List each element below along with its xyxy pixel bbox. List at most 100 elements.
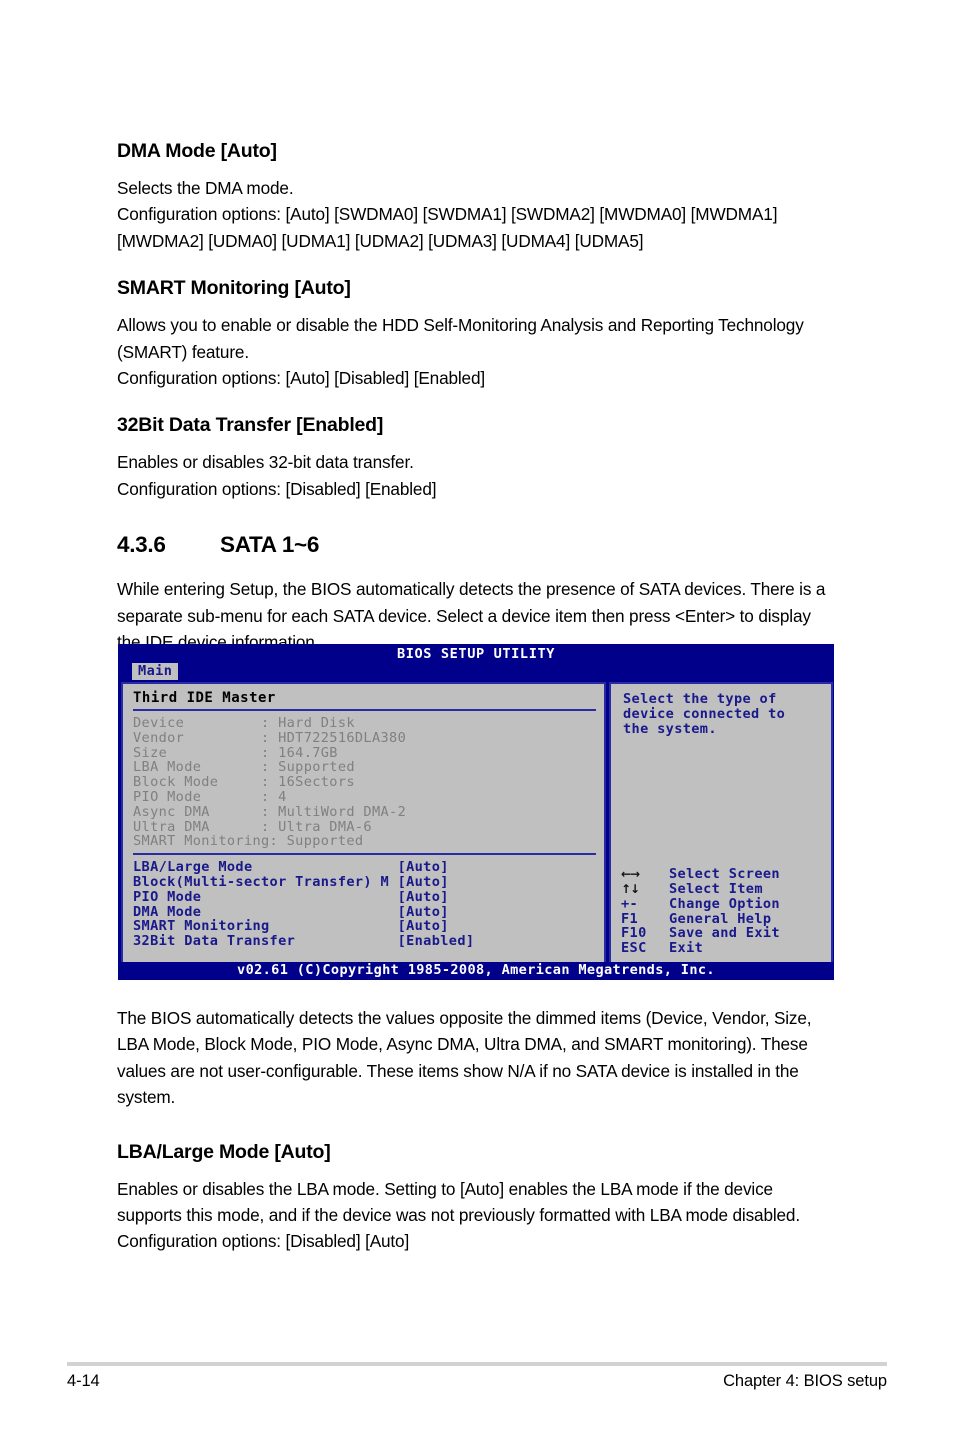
bios-help-panel: Select the type of device connected to t… — [609, 682, 833, 964]
key-legend-row: ESC Exit — [621, 941, 780, 956]
page-footer: 4-14 Chapter 4: BIOS setup — [67, 1372, 887, 1391]
arrow-left-right-icon: ←→ — [621, 867, 640, 882]
config-label: 32Bit Data Transfer — [133, 933, 296, 950]
bios-titlebar: BIOS SETUP UTILITY — [119, 645, 833, 663]
config-value[interactable]: [Auto] — [398, 918, 449, 934]
config-label: Block(Multi-sector Transfer) M — [133, 873, 390, 890]
footer-divider — [67, 1362, 887, 1366]
config-label: DMA Mode — [133, 903, 202, 920]
info-row: Device : Hard Disk — [133, 716, 596, 731]
key-f10: F10 — [621, 925, 647, 942]
config-item-list: LBA/Large Mode [Auto] Block(Multi-sector… — [133, 860, 596, 949]
info-value: Supported — [286, 833, 364, 850]
paragraph-32bit-data-transfer: Enables or disables 32-bit data transfer… — [117, 452, 437, 499]
info-sep: : — [261, 744, 279, 761]
divider — [133, 853, 596, 856]
info-label: PIO Mode — [133, 788, 262, 805]
config-label: PIO Mode — [133, 888, 202, 905]
config-pad — [389, 874, 398, 890]
info-value: 164.7GB — [278, 744, 338, 761]
config-row-dma-mode[interactable]: DMA Mode [Auto] — [133, 903, 596, 920]
chapter-label: Chapter 4: BIOS setup — [723, 1372, 887, 1390]
key-legend-desc: Change Option — [669, 895, 780, 912]
info-value: 4 — [278, 788, 287, 805]
info-sep: : — [261, 774, 279, 791]
heading-dma-mode: DMA Mode [Auto] — [117, 140, 277, 162]
config-pad — [201, 889, 397, 905]
paragraph-dma-mode: Selects the DMA mode. Configuration opti… — [117, 178, 778, 251]
config-value[interactable]: [Auto] — [398, 859, 449, 875]
config-row-lba-large-mode[interactable]: LBA/Large Mode [Auto] — [133, 860, 596, 875]
key-legend-row: +- Change Option — [621, 897, 780, 912]
paragraph-smart-monitoring: Allows you to enable or disable the HDD … — [117, 315, 804, 389]
key-esc: ESC — [621, 940, 647, 957]
config-value[interactable]: [Auto] — [398, 889, 449, 905]
info-sep: : — [261, 788, 279, 805]
info-value: 16Sectors — [278, 774, 355, 791]
manual-page: DMA Mode [Auto] Selects the DMA mode. Co… — [0, 0, 954, 1438]
info-label: Size — [133, 744, 262, 761]
key-legend-desc: Save and Exit — [669, 925, 780, 942]
key-legend-desc: Select Item — [669, 881, 763, 898]
bios-setup-screenshot: BIOS SETUP UTILITY Main Third IDE Master… — [118, 644, 834, 980]
page-number: 4-14 — [67, 1372, 100, 1390]
key-plus-minus: +- — [621, 895, 639, 912]
config-row-block-multi-sector-transfer[interactable]: Block(Multi-sector Transfer) M [Auto] — [133, 875, 596, 890]
config-row-pio-mode[interactable]: PIO Mode [Auto] — [133, 888, 596, 905]
key-legend: ←→ Select Screen ↑↓ Select Item +- Change O… — [621, 867, 780, 956]
config-value[interactable]: [Auto] — [398, 904, 449, 920]
info-value: HDT722516DLA380 — [278, 729, 407, 746]
info-value: MultiWord DMA-2 — [278, 803, 407, 820]
info-row: Block Mode : 16Sectors — [133, 775, 596, 790]
info-label: Async DMA — [133, 803, 262, 820]
heading-smart-monitoring: SMART Monitoring [Auto] — [117, 277, 351, 300]
info-sep: : — [261, 803, 279, 820]
panel-heading-third-ide-master: Third IDE Master — [133, 690, 276, 706]
info-sep: : — [261, 759, 279, 776]
info-sep: : — [261, 729, 279, 746]
key-legend-row: F10 Save and Exit — [621, 926, 780, 941]
config-value[interactable]: [Auto] — [398, 874, 449, 890]
key-legend-row: F1 General Help — [621, 910, 780, 927]
config-label: LBA/Large Mode — [133, 859, 253, 876]
key-legend-desc: Select Screen — [669, 866, 780, 883]
key-legend-row: ↑↓ Select Item — [621, 882, 780, 897]
bios-tab-row: Main — [119, 663, 833, 680]
config-pad — [252, 859, 397, 875]
key-f1: F1 — [621, 910, 639, 927]
config-row-smart-monitoring[interactable]: SMART Monitoring [Auto] — [133, 919, 596, 934]
device-info-list: Device : Hard Disk Vendor : HDT722516DLA… — [133, 716, 596, 849]
bios-main-panel: Third IDE Master Device : Hard Disk Vend… — [121, 682, 606, 964]
config-pad — [270, 918, 398, 934]
config-value[interactable]: [Enabled] — [398, 933, 475, 949]
info-label: Device — [133, 715, 262, 731]
info-label: Block Mode — [133, 774, 262, 791]
section-number: 4.3.6 — [117, 532, 166, 558]
info-sep: : — [261, 818, 279, 835]
config-row-32bit-data-transfer[interactable]: 32Bit Data Transfer [Enabled] — [133, 934, 596, 949]
info-row: Ultra DMA : Ultra DMA-6 — [133, 818, 596, 835]
info-sep: : — [261, 715, 279, 731]
config-label: SMART Monitoring — [133, 918, 270, 935]
section-heading-sata: 4.3.6 SATA 1~6 — [117, 532, 833, 558]
info-label: LBA Mode — [133, 759, 262, 776]
bios-copyright-footer: v02.61 (C)Copyright 1985-2008, American … — [119, 962, 833, 979]
info-sep: : — [269, 833, 287, 850]
page-content: DMA Mode [Auto] Selects the DMA mode. Co… — [117, 140, 833, 655]
info-value: Supported — [278, 759, 355, 776]
bios-body: Third IDE Master Device : Hard Disk Vend… — [121, 682, 833, 964]
info-row: LBA Mode : Supported — [133, 760, 596, 775]
paragraph-after-figure: The BIOS automatically detects the value… — [117, 1008, 812, 1108]
bios-title: BIOS SETUP UTILITY — [396, 646, 556, 662]
help-text: Select the type of device connected to t… — [623, 691, 786, 737]
info-label: Vendor — [133, 729, 262, 746]
divider — [133, 709, 596, 711]
info-row: SMART Monitoring: Supported — [133, 834, 596, 849]
tab-main[interactable]: Main — [132, 663, 179, 680]
key-legend-row: ←→ Select Screen — [621, 867, 780, 882]
info-row: Async DMA : MultiWord DMA-2 — [133, 803, 596, 820]
